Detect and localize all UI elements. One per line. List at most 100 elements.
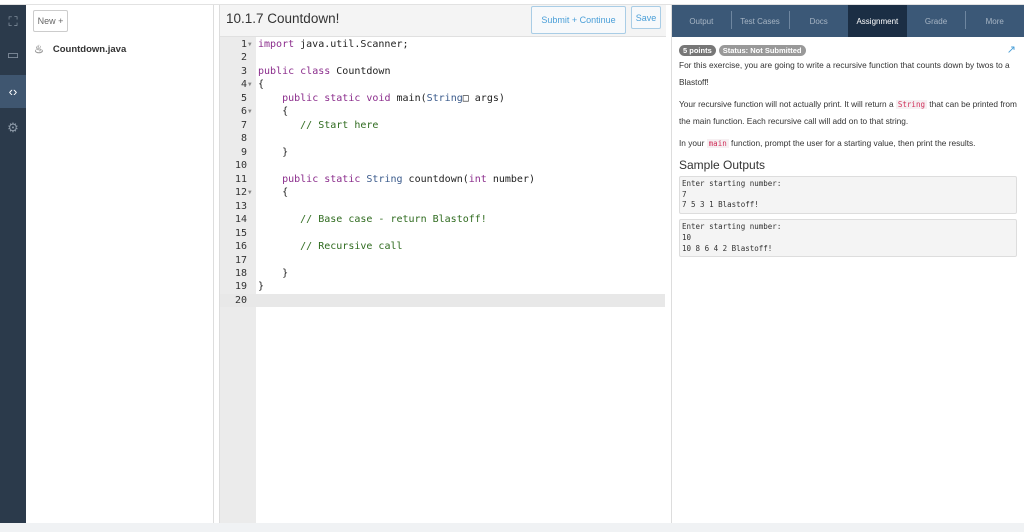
line-number: 3 [240,65,247,77]
code-line[interactable]: 16 // Recursive call [220,240,665,253]
code-line[interactable]: 18 } [220,267,665,280]
code-token: // Start here [300,119,379,131]
status-badge: Status: Not Submitted [718,45,806,56]
tab-docs[interactable]: Docs [789,5,848,37]
code-token: String [366,173,403,185]
line-number: 9 [240,146,247,158]
line-number: 6 [240,106,247,118]
code-file-icon[interactable]: ‹› [0,75,26,108]
inline-code: main [706,139,729,148]
code-token: } [258,146,289,158]
code-line[interactable]: 15 [220,227,665,240]
code-text: public class Countdown [258,65,390,78]
tab-assignment[interactable]: Assignment [848,5,907,37]
code-line[interactable]: 10 [220,159,665,172]
code-line[interactable]: 1 ▼ import java.util.Scanner; [220,38,665,51]
line-number: 13 [234,200,247,212]
panel-tabs: Output Test Cases Docs Assignment Grade More [672,5,1024,37]
gear-icon[interactable]: ⚙ [0,111,26,144]
code-line[interactable]: 5 public static void main(String□ args) [220,92,665,105]
line-number: 4 [240,79,247,91]
assignment-panel: Output Test Cases Docs Assignment Grade More … [671,5,1024,523]
sample-output: Enter starting number: 7 7 5 3 1 Blastof… [679,176,1017,215]
tab-more[interactable]: More [965,5,1024,37]
tab-test-cases[interactable]: Test Cases [730,5,790,37]
code-line[interactable]: 17 [220,254,665,267]
code-token: { [258,79,265,91]
code-text: public static String countdown(int numbe… [258,173,535,186]
external-link-icon[interactable]: ↗ [1007,42,1016,59]
line-number: 7 [240,119,247,131]
code-token: import [258,39,295,50]
code-line[interactable]: 20 [220,293,665,308]
bottom-bar [0,523,1024,532]
line-number: 14 [234,214,247,226]
code-line[interactable]: 8 [220,132,665,145]
code-token: // Base case - return Blastoff! [300,214,487,226]
code-token: // Recursive call [300,241,403,253]
code-text: { [258,78,264,91]
code-line[interactable]: 13 [220,200,665,213]
code-text: // Start here [258,119,378,132]
code-token: int [468,173,487,185]
file-item[interactable]: ♨ Countdown.java [34,43,126,56]
line-number: 10 [234,160,247,172]
line-number: 1 [240,39,247,50]
code-text: } [258,267,288,280]
code-token: Countdown [330,65,391,77]
code-line[interactable]: 2 [220,51,665,64]
code-token: } [258,267,289,279]
line-number: 5 [240,92,247,104]
line-number: 8 [240,133,247,145]
new-file-button[interactable]: New + [33,10,68,32]
code-text: { [258,186,288,199]
code-text: import java.util.Scanner; [258,38,409,51]
code-token: number) [486,173,535,185]
fold-arrow-icon[interactable]: ▼ [248,105,252,118]
code-token: { [258,187,289,199]
line-number: 11 [234,173,247,185]
tab-output[interactable]: Output [672,5,731,37]
line-number: 18 [234,267,247,279]
text: In your [679,138,707,148]
code-text: // Recursive call [258,240,403,253]
line-number: 17 [234,254,247,266]
code-token: main( [390,92,427,104]
fold-arrow-icon[interactable]: ▼ [248,38,252,51]
code-line[interactable]: 12 ▼ { [220,186,665,199]
code-token: static [324,92,361,104]
map-icon[interactable]: ⛶ [0,5,26,38]
instructions-p2: Your recursive function will not actuall… [679,96,1017,130]
code-line[interactable]: 4 ▼ { [220,78,665,91]
assignment-content: 5 points Status: Not Submitted ↗ For thi… [672,37,1024,270]
code-line[interactable]: 14 // Base case - return Blastoff! [220,213,665,226]
line-number: 19 [234,281,247,293]
points-badge: 5 points [679,45,716,56]
calendar-icon[interactable]: ▭ [0,38,26,71]
code-text: } [258,280,264,293]
code-line[interactable]: 7 // Start here [220,119,665,132]
code-line[interactable]: 19} [220,280,665,293]
code-line[interactable]: 11 public static String countdown(int nu… [220,173,665,186]
left-rail: ⛶ ▭ ‹› ⚙ [0,5,26,523]
submit-continue-button[interactable]: Submit + Continue [531,6,626,34]
fold-arrow-icon[interactable]: ▼ [248,186,252,199]
code-area[interactable]: 1 ▼ import java.util.Scanner; 2 3 public clas… [220,38,665,308]
code-token: static [324,173,361,185]
code-line[interactable]: 6 ▼ { [220,105,665,118]
code-text: } [258,146,288,159]
save-button[interactable]: Save [631,6,661,29]
fold-arrow-icon[interactable]: ▼ [248,78,252,91]
tab-grade[interactable]: Grade [907,5,966,37]
code-line[interactable]: 3 public class Countdown [220,65,665,78]
code-text: { [258,105,288,118]
code-text: public static void main(String□ args) [258,92,505,105]
code-token: public [258,65,295,77]
code-line[interactable]: 9 } [220,146,665,159]
file-name: Countdown.java [52,44,127,55]
